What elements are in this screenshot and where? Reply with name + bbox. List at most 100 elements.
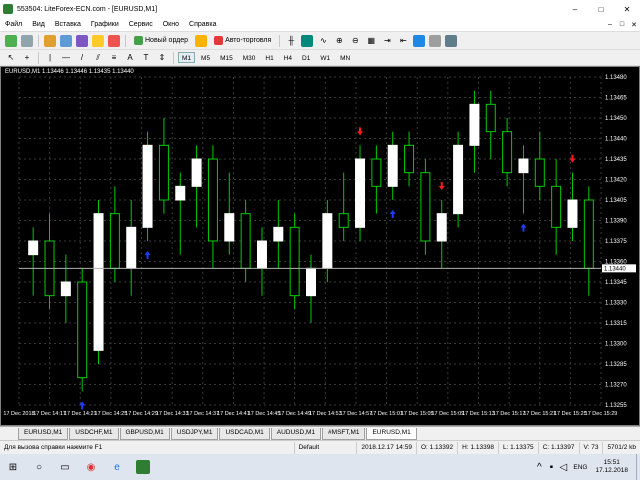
zoom-in-icon[interactable]: ⊕ bbox=[333, 35, 345, 47]
periods-icon[interactable] bbox=[429, 34, 442, 47]
search-icon[interactable]: ○ bbox=[32, 460, 46, 474]
time-axis-label: 17 Dec 15:29 bbox=[585, 411, 618, 417]
autoscroll-icon[interactable]: ⇥ bbox=[381, 35, 393, 47]
bull-candle bbox=[453, 144, 464, 215]
chrome-icon[interactable]: ◉ bbox=[84, 460, 98, 474]
status-datetime: 2018.12.17 14:59 bbox=[356, 441, 416, 454]
timeframe-h4[interactable]: H4 bbox=[280, 52, 296, 63]
time-axis-label: 17 Dec 14:25 bbox=[95, 411, 128, 417]
chart-info-label: EURUSD,M1 1.13446 1.13446 1.13435 1.1344… bbox=[5, 69, 134, 75]
new-chart-icon[interactable] bbox=[5, 34, 17, 47]
data-window-icon[interactable] bbox=[60, 34, 72, 47]
mdi-close-button[interactable]: ✕ bbox=[628, 21, 640, 29]
new-order-button[interactable]: Новый ордер bbox=[131, 34, 191, 47]
menu-window[interactable]: Окно bbox=[158, 21, 184, 28]
templates-icon[interactable] bbox=[445, 34, 458, 47]
bear-candle bbox=[158, 144, 169, 201]
market-watch-icon[interactable] bbox=[44, 34, 56, 47]
navigator-icon[interactable] bbox=[76, 34, 88, 47]
time-axis-label: 17 Dec 14:17 bbox=[33, 411, 66, 417]
menu-charts[interactable]: Графики bbox=[86, 21, 124, 28]
text-label-icon[interactable]: T bbox=[140, 52, 152, 64]
taskview-icon[interactable]: ▭ bbox=[58, 460, 72, 474]
bear-candle bbox=[240, 213, 251, 269]
minimize-button[interactable]: – bbox=[562, 5, 588, 14]
trendline-icon[interactable]: / bbox=[76, 52, 88, 64]
new-order-icon bbox=[134, 36, 143, 45]
volume-icon[interactable]: ◁ bbox=[559, 460, 568, 474]
metaeditor-icon[interactable] bbox=[195, 34, 208, 47]
zoom-out-icon[interactable]: ⊖ bbox=[349, 35, 361, 47]
bar-chart-icon[interactable]: ╫ bbox=[285, 35, 297, 47]
tab-usdchf-m1[interactable]: USDCHF,M1 bbox=[69, 428, 119, 440]
horizontal-line-icon[interactable]: — bbox=[60, 52, 72, 64]
status-traffic: 5701/2 kb bbox=[602, 441, 640, 454]
candlestick-chart[interactable]: 1.13480 1.13465 1.13450 1.13440 1.13435 1.134… bbox=[1, 67, 639, 425]
mdi-minimize-button[interactable]: – bbox=[604, 21, 616, 29]
time-axis-label: 17 Dec 15:25 bbox=[554, 411, 587, 417]
menu-help[interactable]: Справка bbox=[184, 21, 221, 28]
timeframe-mn[interactable]: MN bbox=[336, 52, 354, 63]
timeframe-m1[interactable]: M1 bbox=[178, 52, 196, 63]
tab-usdcad-m1[interactable]: USDCAD,M1 bbox=[219, 428, 270, 440]
bear-candle bbox=[404, 144, 415, 174]
metatrader-icon[interactable] bbox=[136, 460, 150, 474]
timeframe-m30[interactable]: M30 bbox=[239, 52, 260, 63]
indicators-icon[interactable] bbox=[413, 34, 426, 47]
network-icon[interactable]: ▪ bbox=[547, 460, 555, 474]
bull-candle bbox=[224, 213, 235, 242]
close-button[interactable]: ✕ bbox=[614, 5, 640, 14]
vertical-line-icon[interactable]: | bbox=[44, 52, 56, 64]
chart-window[interactable]: 1.13480 1.13465 1.13450 1.13440 1.13435 1.134… bbox=[0, 66, 640, 426]
show-desktop-button[interactable] bbox=[636, 454, 640, 480]
menu-file[interactable]: Файл bbox=[0, 21, 27, 28]
profiles-icon[interactable] bbox=[21, 34, 33, 47]
price-axis-label: 1.13420 bbox=[605, 178, 627, 184]
price-axis-label: 1.13285 bbox=[605, 362, 627, 368]
tab-eurusd-m1-active[interactable]: EURUSD,M1 bbox=[366, 428, 417, 440]
edge-icon[interactable]: e bbox=[110, 460, 124, 474]
autotrading-button[interactable]: Авто-торговля bbox=[211, 34, 274, 47]
timeframe-m5[interactable]: M5 bbox=[197, 52, 214, 63]
timeframe-m15[interactable]: M15 bbox=[216, 52, 237, 63]
menu-insert[interactable]: Вставка bbox=[50, 21, 86, 28]
tab-eurusd-m1[interactable]: EURUSD,M1 bbox=[18, 428, 69, 440]
text-icon[interactable]: A bbox=[124, 52, 136, 64]
crosshair-icon[interactable]: + bbox=[21, 52, 33, 64]
price-axis-label: 1.13465 bbox=[605, 96, 627, 102]
cursor-icon[interactable]: ↖ bbox=[5, 52, 17, 64]
menu-tools[interactable]: Сервис bbox=[124, 21, 158, 28]
strategy-tester-icon[interactable] bbox=[108, 34, 120, 47]
bull-candle bbox=[28, 240, 39, 256]
tray-arrow-icon[interactable]: ^ bbox=[535, 460, 543, 474]
bear-candle bbox=[551, 185, 562, 228]
tab-audusd-m1[interactable]: AUDUSD,M1 bbox=[270, 428, 322, 440]
price-axis-label: 1.13390 bbox=[605, 219, 627, 225]
mdi-restore-button[interactable]: □ bbox=[616, 21, 628, 29]
tab-usdjpy-m1[interactable]: USDJPY,M1 bbox=[170, 428, 219, 440]
windows-icon[interactable]: ⊞ bbox=[6, 460, 20, 474]
timeframe-d1[interactable]: D1 bbox=[298, 52, 314, 63]
channel-icon[interactable]: ⫽ bbox=[92, 52, 104, 64]
time-axis-label: 17 Dec 2018 bbox=[3, 411, 34, 417]
bull-candle bbox=[126, 226, 137, 269]
menu-view[interactable]: Вид bbox=[27, 21, 50, 28]
arrows-icon[interactable]: ⇕ bbox=[156, 52, 168, 64]
line-chart-icon[interactable]: ∿ bbox=[317, 35, 329, 47]
tile-windows-icon[interactable]: ▦ bbox=[365, 35, 377, 47]
maximize-button[interactable]: □ bbox=[588, 5, 614, 14]
tab-msft-m1[interactable]: #MSFT,M1 bbox=[322, 428, 366, 440]
language-indicator[interactable]: ENG bbox=[573, 464, 587, 471]
new-order-label: Новый ордер bbox=[145, 37, 189, 44]
candlestick-chart-icon[interactable] bbox=[301, 34, 314, 47]
timeframe-h1[interactable]: H1 bbox=[261, 52, 277, 63]
terminal-icon[interactable] bbox=[92, 34, 104, 47]
bear-candle bbox=[207, 158, 218, 242]
chart-shift-icon[interactable]: ⇤ bbox=[397, 35, 409, 47]
status-bar: Для вызова справки нажмите F1 Default 20… bbox=[0, 440, 640, 454]
tab-gbpusd-m1[interactable]: GBPUSD,M1 bbox=[119, 428, 170, 440]
clock[interactable]: 15:51 17.12.2018 bbox=[595, 459, 628, 475]
fibonacci-icon[interactable]: ≡ bbox=[108, 52, 120, 64]
timeframe-w1[interactable]: W1 bbox=[316, 52, 334, 63]
bull-candle bbox=[322, 213, 333, 269]
